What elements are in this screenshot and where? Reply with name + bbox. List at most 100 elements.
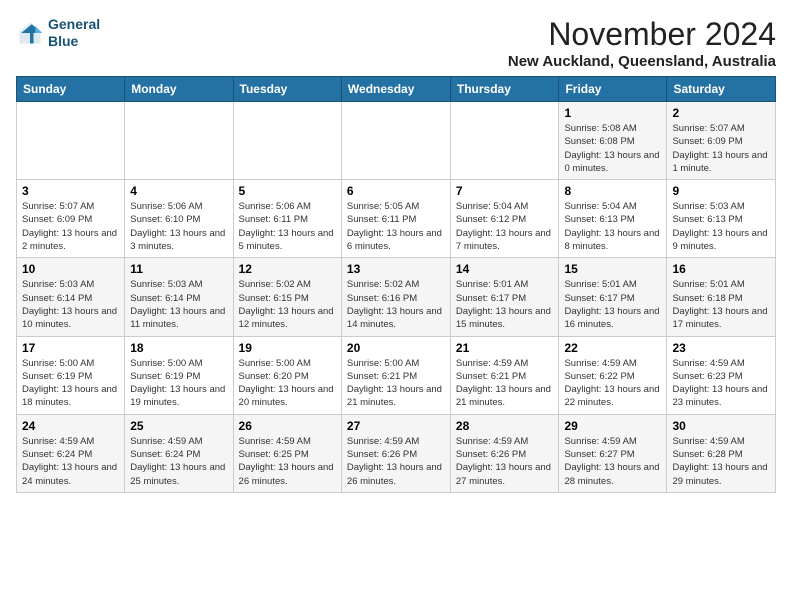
day-number: 3 <box>22 184 119 198</box>
calendar-cell: 14 Sunrise: 5:01 AM Sunset: 6:17 PM Dayli… <box>450 258 559 336</box>
day-number: 27 <box>347 419 445 433</box>
day-info: Sunrise: 5:07 AM Sunset: 6:09 PM Dayligh… <box>672 122 770 175</box>
calendar-cell: 20 Sunrise: 5:00 AM Sunset: 6:21 PM Dayli… <box>341 336 450 414</box>
day-info: Sunrise: 5:02 AM Sunset: 6:16 PM Dayligh… <box>347 278 445 331</box>
day-info: Sunrise: 5:01 AM Sunset: 6:18 PM Dayligh… <box>672 278 770 331</box>
calendar-cell: 7Sunrise: 5:04 AM Sunset: 6:12 PM Daylig… <box>450 180 559 258</box>
day-number: 14 <box>456 262 554 276</box>
day-info: Sunrise: 5:00 AM Sunset: 6:19 PM Dayligh… <box>130 357 227 410</box>
day-info: Sunrise: 5:00 AM Sunset: 6:21 PM Dayligh… <box>347 357 445 410</box>
weekday-header-saturday: Saturday <box>667 77 776 102</box>
day-info: Sunrise: 4:59 AM Sunset: 6:21 PM Dayligh… <box>456 357 554 410</box>
day-info: Sunrise: 4:59 AM Sunset: 6:23 PM Dayligh… <box>672 357 770 410</box>
day-number: 23 <box>672 341 770 355</box>
logo-text: General Blue <box>48 16 100 50</box>
day-info: Sunrise: 5:00 AM Sunset: 6:19 PM Dayligh… <box>22 357 119 410</box>
calendar-cell: 13 Sunrise: 5:02 AM Sunset: 6:16 PM Dayli… <box>341 258 450 336</box>
calendar-cell: 10Sunrise: 5:03 AM Sunset: 6:14 PM Dayli… <box>17 258 125 336</box>
weekday-header-row: SundayMondayTuesdayWednesdayThursdayFrid… <box>17 77 776 102</box>
day-number: 19 <box>239 341 336 355</box>
day-number: 13 <box>347 262 445 276</box>
day-info: Sunrise: 5:08 AM Sunset: 6:08 PM Dayligh… <box>564 122 661 175</box>
day-number: 12 <box>239 262 336 276</box>
day-info: Sunrise: 4:59 AM Sunset: 6:25 PM Dayligh… <box>239 435 336 488</box>
week-row-2: 3 Sunrise: 5:07 AM Sunset: 6:09 PM Daylig… <box>17 180 776 258</box>
day-number: 30 <box>672 419 770 433</box>
day-info: Sunrise: 4:59 AM Sunset: 6:22 PM Dayligh… <box>564 357 661 410</box>
day-info: Sunrise: 5:05 AM Sunset: 6:11 PM Dayligh… <box>347 200 445 253</box>
day-info: Sunrise: 4:59 AM Sunset: 6:28 PM Dayligh… <box>672 435 770 488</box>
logo-icon <box>16 19 44 47</box>
calendar-cell: 3 Sunrise: 5:07 AM Sunset: 6:09 PM Daylig… <box>17 180 125 258</box>
day-info: Sunrise: 5:01 AM Sunset: 6:17 PM Dayligh… <box>564 278 661 331</box>
day-info: Sunrise: 5:01 AM Sunset: 6:17 PM Dayligh… <box>456 278 554 331</box>
day-number: 21 <box>456 341 554 355</box>
day-number: 1 <box>564 106 661 120</box>
calendar-cell: 1 Sunrise: 5:08 AM Sunset: 6:08 PM Daylig… <box>559 102 667 180</box>
day-info: Sunrise: 5:00 AM Sunset: 6:20 PM Dayligh… <box>239 357 336 410</box>
calendar-cell: 15 Sunrise: 5:01 AM Sunset: 6:17 PM Dayli… <box>559 258 667 336</box>
week-row-4: 17 Sunrise: 5:00 AM Sunset: 6:19 PM Dayli… <box>17 336 776 414</box>
day-number: 28 <box>456 419 554 433</box>
calendar-cell: 29Sunrise: 4:59 AM Sunset: 6:27 PM Dayli… <box>559 414 667 492</box>
day-number: 16 <box>672 262 770 276</box>
weekday-header-sunday: Sunday <box>17 77 125 102</box>
calendar-cell: 18 Sunrise: 5:00 AM Sunset: 6:19 PM Dayli… <box>125 336 233 414</box>
weekday-header-thursday: Thursday <box>450 77 559 102</box>
day-number: 24 <box>22 419 119 433</box>
calendar-cell: 9 Sunrise: 5:03 AM Sunset: 6:13 PM Daylig… <box>667 180 776 258</box>
calendar-cell: 11Sunrise: 5:03 AM Sunset: 6:14 PM Dayli… <box>125 258 233 336</box>
calendar-cell <box>17 102 125 180</box>
logo: General Blue <box>16 16 100 50</box>
week-row-1: 1 Sunrise: 5:08 AM Sunset: 6:08 PM Daylig… <box>17 102 776 180</box>
day-number: 18 <box>130 341 227 355</box>
day-number: 5 <box>239 184 336 198</box>
day-number: 22 <box>564 341 661 355</box>
weekday-header-wednesday: Wednesday <box>341 77 450 102</box>
calendar-cell: 5 Sunrise: 5:06 AM Sunset: 6:11 PM Daylig… <box>233 180 341 258</box>
calendar-cell: 2 Sunrise: 5:07 AM Sunset: 6:09 PM Daylig… <box>667 102 776 180</box>
day-info: Sunrise: 4:59 AM Sunset: 6:26 PM Dayligh… <box>347 435 445 488</box>
calendar-cell: 19 Sunrise: 5:00 AM Sunset: 6:20 PM Dayli… <box>233 336 341 414</box>
day-info: Sunrise: 5:04 AM Sunset: 6:13 PM Dayligh… <box>564 200 661 253</box>
day-number: 15 <box>564 262 661 276</box>
day-number: 8 <box>564 184 661 198</box>
weekday-header-friday: Friday <box>559 77 667 102</box>
week-row-5: 24Sunrise: 4:59 AM Sunset: 6:24 PM Dayli… <box>17 414 776 492</box>
calendar-cell <box>341 102 450 180</box>
calendar-cell: 28Sunrise: 4:59 AM Sunset: 6:26 PM Dayli… <box>450 414 559 492</box>
day-number: 7 <box>456 184 554 198</box>
header: General Blue November 2024 New Auckland,… <box>16 16 776 70</box>
day-number: 10 <box>22 262 119 276</box>
calendar-cell: 27 Sunrise: 4:59 AM Sunset: 6:26 PM Dayli… <box>341 414 450 492</box>
day-number: 17 <box>22 341 119 355</box>
day-number: 2 <box>672 106 770 120</box>
day-number: 25 <box>130 419 227 433</box>
day-info: Sunrise: 5:07 AM Sunset: 6:09 PM Dayligh… <box>22 200 119 253</box>
month-title: November 2024 <box>508 16 776 53</box>
calendar-cell: 16 Sunrise: 5:01 AM Sunset: 6:18 PM Dayli… <box>667 258 776 336</box>
calendar-table: SundayMondayTuesdayWednesdayThursdayFrid… <box>16 76 776 493</box>
day-info: Sunrise: 5:03 AM Sunset: 6:13 PM Dayligh… <box>672 200 770 253</box>
day-number: 4 <box>130 184 227 198</box>
calendar-cell: 24Sunrise: 4:59 AM Sunset: 6:24 PM Dayli… <box>17 414 125 492</box>
calendar-cell: 21 Sunrise: 4:59 AM Sunset: 6:21 PM Dayli… <box>450 336 559 414</box>
calendar-cell <box>233 102 341 180</box>
day-number: 9 <box>672 184 770 198</box>
calendar-cell: 12Sunrise: 5:02 AM Sunset: 6:15 PM Dayli… <box>233 258 341 336</box>
calendar-cell: 17 Sunrise: 5:00 AM Sunset: 6:19 PM Dayli… <box>17 336 125 414</box>
day-info: Sunrise: 5:06 AM Sunset: 6:11 PM Dayligh… <box>239 200 336 253</box>
calendar-cell: 26Sunrise: 4:59 AM Sunset: 6:25 PM Dayli… <box>233 414 341 492</box>
day-info: Sunrise: 5:06 AM Sunset: 6:10 PM Dayligh… <box>130 200 227 253</box>
location-title: New Auckland, Queensland, Australia <box>508 53 776 70</box>
day-info: Sunrise: 5:03 AM Sunset: 6:14 PM Dayligh… <box>130 278 227 331</box>
day-number: 6 <box>347 184 445 198</box>
day-info: Sunrise: 4:59 AM Sunset: 6:27 PM Dayligh… <box>564 435 661 488</box>
day-number: 20 <box>347 341 445 355</box>
weekday-header-tuesday: Tuesday <box>233 77 341 102</box>
calendar-cell <box>450 102 559 180</box>
calendar-cell: 30 Sunrise: 4:59 AM Sunset: 6:28 PM Dayli… <box>667 414 776 492</box>
calendar-cell: 4 Sunrise: 5:06 AM Sunset: 6:10 PM Daylig… <box>125 180 233 258</box>
weekday-header-monday: Monday <box>125 77 233 102</box>
calendar-cell <box>125 102 233 180</box>
